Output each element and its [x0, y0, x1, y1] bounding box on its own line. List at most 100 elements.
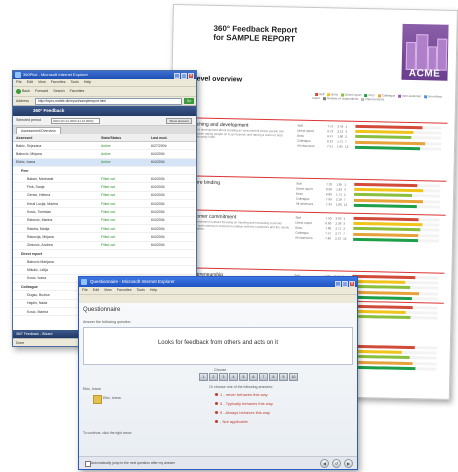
questionnaire-footer: Automatically jump to the next question … — [79, 456, 357, 469]
score-bar — [355, 140, 426, 145]
forward-button[interactable]: Forward — [35, 87, 48, 96]
last-modified: 6/4/2004 — [151, 210, 165, 215]
menu-item-edit[interactable]: Edit — [27, 80, 33, 84]
questionnaire-title: Questionnaire - Microsoft Internet Explo… — [90, 279, 175, 284]
tab-assessment-overview[interactable]: Assessment/Overview — [16, 127, 61, 134]
row-avg: 8.00 — [326, 187, 333, 192]
legend-swatch — [322, 96, 326, 100]
table-row[interactable]: Kosic, Tomislav Filled out 6/4/2004 — [13, 208, 196, 217]
rating-button-9[interactable]: 9 — [279, 373, 288, 381]
ie-icon — [15, 72, 21, 78]
answer-option[interactable]: 1 - never behaves this way — [215, 392, 268, 397]
period-label: Selected period — [16, 118, 41, 122]
question-box: Looks for feedback from others and acts … — [83, 327, 353, 365]
menu-item-favorites[interactable]: Favorites — [51, 80, 66, 84]
table-row[interactable]: Gersic, Helena Filled out 6/4/2004 — [13, 192, 196, 201]
row-relation: Colleague — [295, 196, 310, 202]
table-row[interactable]: Rakocija, Mirjana Filled out 6/4/2004 — [13, 233, 196, 242]
score-bar — [355, 124, 423, 130]
table-row[interactable]: Fink, Sanja Filled out 6/4/2004 — [13, 183, 196, 192]
menu-item-edit[interactable]: Edit — [93, 288, 99, 292]
score-bar — [354, 188, 423, 193]
table-row[interactable]: Babovic, Mirjana Active 6/4/2004 — [13, 150, 196, 159]
go-button[interactable]: Go — [184, 98, 194, 104]
menu-item-favorites[interactable]: Favorites — [117, 288, 132, 292]
table-row[interactable]: Babic, Snjezana Active 6/27/2004 — [13, 142, 196, 151]
menu-item-help[interactable]: Help — [150, 288, 157, 292]
rating-button-5[interactable]: 5 — [239, 373, 248, 381]
period-select[interactable]: 2004 (01.01.2004-31.12.2004) — [51, 118, 100, 124]
answer-option[interactable]: 9 - Always behaves this way — [215, 410, 270, 415]
answer-option[interactable]: 5 - Typically behaves this way — [215, 401, 273, 406]
rating-button-1[interactable]: 1 — [199, 373, 208, 381]
table-row[interactable]: Keral Lucija, Marina Filled out 6/4/2004 — [13, 200, 196, 209]
menu-item-help[interactable]: Help — [84, 80, 91, 84]
table-row[interactable]: Rakela, Marija Filled out 6/4/2004 — [13, 225, 196, 234]
score-bar — [353, 237, 419, 242]
table-row[interactable]: Babovic Marijana — [13, 258, 196, 267]
browser-titlebar[interactable]: 360Pilot - Microsoft Internet Explorer _… — [13, 71, 196, 79]
row-avg: 7.33 — [326, 181, 333, 186]
menu-item-tools[interactable]: Tools — [71, 80, 79, 84]
questionnaire-body: Questionnaire Answer the following quest… — [79, 303, 357, 469]
auto-jump-label: Automatically jump to the next question … — [91, 461, 176, 465]
table-row[interactable]: Zivkovic, Andrea Filled out 6/4/2004 — [13, 242, 196, 250]
group-heading: Direct report — [21, 251, 43, 256]
rating-button-3[interactable]: 3 — [219, 373, 228, 381]
back-button[interactable]: Back — [16, 87, 30, 96]
rating-button-2[interactable]: 2 — [209, 373, 218, 381]
col-status[interactable]: State/Status — [101, 136, 121, 140]
table-row[interactable]: Bakan, Marinade Filled out 6/4/2004 — [13, 175, 196, 184]
rating-button-8[interactable]: 8 — [269, 373, 278, 381]
col-last-mod[interactable]: Last mod. — [151, 136, 168, 140]
search-button[interactable]: Search — [53, 87, 64, 96]
last-modified: 6/4/2004 — [151, 234, 165, 239]
close-icon[interactable]: × — [188, 73, 194, 79]
row-relation: All observers — [297, 144, 315, 149]
table-row[interactable]: Mikulic, Lidija — [13, 266, 196, 275]
maximize-icon[interactable]: □ — [342, 281, 348, 287]
menu-item-view[interactable]: View — [38, 80, 46, 84]
maximize-icon[interactable]: □ — [181, 73, 187, 79]
legend-entry: Non-customer — [402, 93, 422, 99]
minimize-icon[interactable]: _ — [174, 73, 180, 79]
questionnaire-titlebar[interactable]: Questionnaire - Microsoft Internet Explo… — [79, 277, 357, 287]
show-answers-button[interactable]: Show answers — [166, 118, 192, 124]
next-arrow-icon[interactable]: ▶ — [344, 459, 353, 468]
reload-icon[interactable]: ↺ — [332, 459, 341, 468]
row-sd: 1.80 — [337, 134, 344, 139]
table-row[interactable]: Peer — [13, 167, 196, 176]
assessed-name: Fink, Sanja — [27, 185, 45, 190]
rating-button-10[interactable]: 10 — [289, 373, 298, 381]
rating-button-4[interactable]: 4 — [229, 373, 238, 381]
status-text: Filled out — [101, 176, 116, 181]
score-bar — [351, 304, 413, 310]
or-select-label: Or choose one of the following answers: — [209, 385, 273, 389]
col-assessed[interactable]: Assessed — [16, 136, 32, 140]
menu-item-file[interactable]: File — [16, 80, 22, 84]
menu-item-tools[interactable]: Tools — [137, 288, 145, 292]
table-row[interactable]: Rabovic, Marina Filled out 6/4/2004 — [13, 217, 196, 225]
status-text: Active — [101, 143, 111, 148]
menu-item-view[interactable]: View — [104, 288, 112, 292]
app-header: 360° Feedback — [13, 106, 196, 116]
close-icon[interactable]: × — [349, 281, 355, 287]
row-sd: 1.95 — [337, 144, 343, 149]
rating-button-7[interactable]: 7 — [259, 373, 268, 381]
table-row[interactable]: Direct report — [13, 250, 196, 259]
choose-label: Choose — [214, 368, 227, 372]
previous-arrow-icon[interactable]: ◀ — [320, 459, 329, 468]
status-text: Filled out — [101, 201, 116, 206]
table-row[interactable]: Ekbic, Ivana Active 6/4/2004 — [13, 158, 196, 167]
favorites-button[interactable]: Favorites — [70, 87, 85, 96]
row-relation: Direct report — [296, 186, 313, 191]
report-title: 360° Feedback Report for SAMPLE REPORT — [213, 24, 297, 44]
rating-button-6[interactable]: 6 — [249, 373, 258, 381]
legend-swatch — [398, 94, 402, 98]
menu-item-file[interactable]: File — [82, 288, 88, 292]
address-input[interactable]: http://hrpro-mobile.dk/report/samplerepo… — [35, 98, 182, 105]
minimize-icon[interactable]: _ — [335, 281, 341, 287]
answer-option[interactable]: - Not applicable — [215, 419, 248, 424]
assessed-name: Kosic, Marina — [27, 309, 49, 314]
score-bar — [355, 145, 420, 150]
